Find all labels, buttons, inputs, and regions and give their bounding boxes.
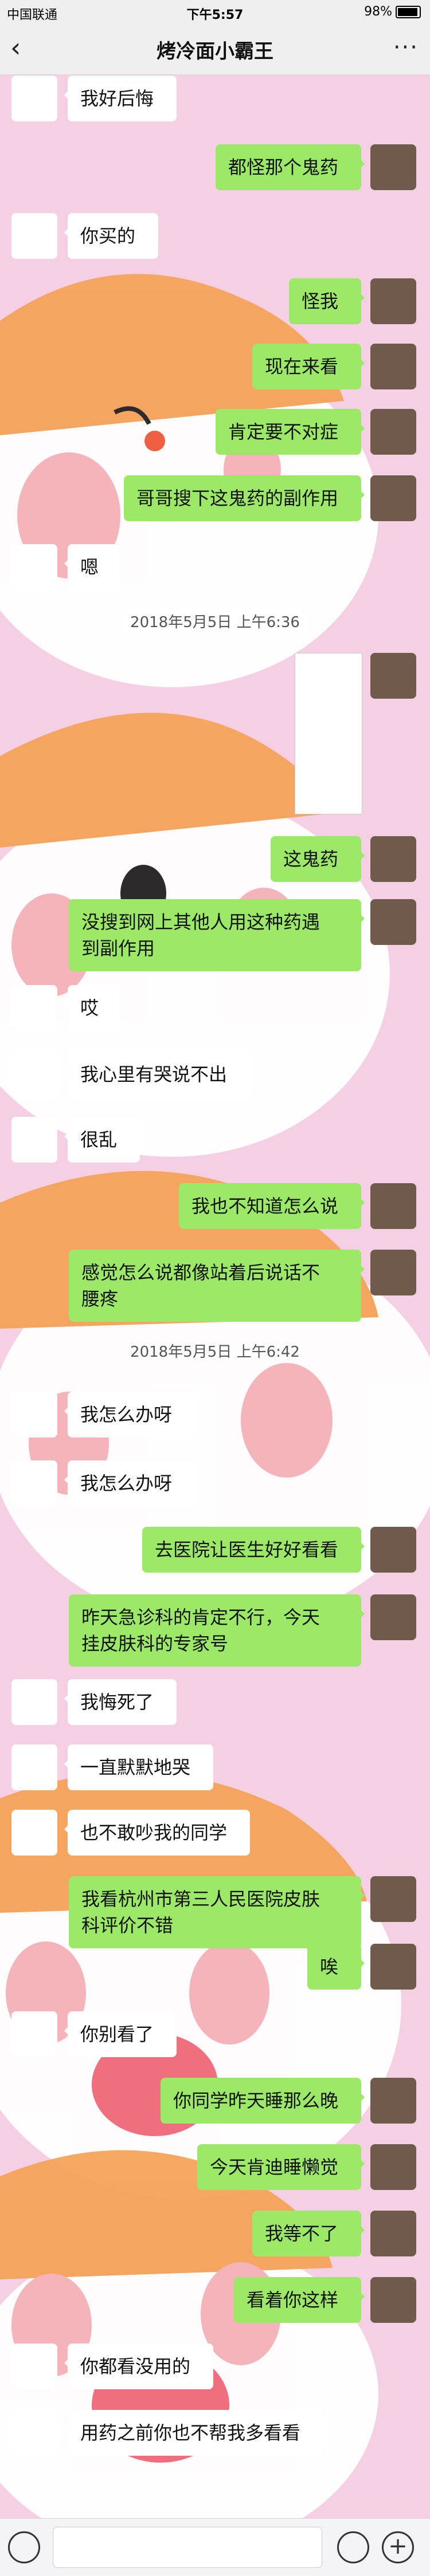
my-avatar[interactable] [370, 1594, 416, 1640]
more-dots-icon[interactable]: ··· [393, 34, 419, 61]
message-timestamp: 2018年5月5日 上午6:36 [0, 610, 430, 633]
contact-avatar[interactable] [11, 1117, 57, 1163]
contact-avatar[interactable] [11, 2011, 57, 2057]
sent-message-bubble[interactable]: 我也不知道怎么说 [179, 1183, 365, 1229]
sent-message-bubble[interactable]: 现在来看 [252, 344, 365, 389]
sent-message-bubble[interactable]: 昨天急诊科的肯定不行，今天 挂皮肤科的专家号 [69, 1594, 365, 1667]
contact-avatar[interactable] [11, 76, 57, 121]
plus-icon[interactable]: + [382, 2531, 414, 2563]
received-message-bubble[interactable]: 很乱 [64, 1117, 140, 1163]
sent-message-bubble[interactable]: 都怪那个鬼药 [216, 144, 365, 190]
image-message[interactable] [295, 653, 362, 814]
contact-avatar[interactable] [11, 1051, 57, 1097]
battery-icon [396, 6, 421, 18]
received-message-bubble[interactable]: 也不敢吵我的同学 [64, 1810, 250, 1856]
battery-percent: 98% [364, 5, 392, 19]
received-message-bubble[interactable]: 你别看了 [64, 2011, 177, 2057]
sent-message-bubble[interactable]: 今天肯迪睡懒觉 [197, 2144, 365, 2190]
battery-indicator: 98% [364, 5, 421, 19]
message-timestamp: 2018年5月5日 上午6:42 [0, 1340, 430, 1363]
my-avatar[interactable] [370, 1250, 416, 1295]
contact-avatar[interactable] [11, 2410, 57, 2456]
received-message-bubble[interactable]: 嗯 [64, 544, 122, 590]
sent-message-bubble[interactable]: 看着你这样 [234, 2277, 365, 2323]
my-avatar[interactable] [370, 1876, 416, 1922]
contact-avatar[interactable] [11, 985, 57, 1031]
my-avatar[interactable] [370, 1944, 416, 1990]
my-avatar[interactable] [370, 144, 416, 190]
my-avatar[interactable] [370, 1183, 416, 1229]
timestamp-text: 2018年5月5日 上午6:42 [124, 1341, 306, 1363]
my-avatar[interactable] [370, 2277, 416, 2323]
sent-message-bubble[interactable]: 感觉怎么说都像站着后说话不 腰疼 [69, 1250, 365, 1322]
my-avatar[interactable] [370, 2078, 416, 2124]
sent-message-bubble[interactable]: 没搜到网上其他人用这种药遇 到副作用 [69, 899, 365, 971]
received-message-bubble[interactable]: 你都看没用的 [64, 2343, 213, 2389]
contact-avatar[interactable] [11, 1744, 57, 1790]
emoji-icon[interactable] [337, 2531, 369, 2563]
my-avatar[interactable] [370, 1527, 416, 1573]
message-input[interactable] [53, 2527, 322, 2568]
voice-icon[interactable] [8, 2531, 40, 2563]
received-message-bubble[interactable]: 用药之前你也不帮我多看看 [64, 2410, 323, 2456]
contact-avatar[interactable] [11, 1679, 57, 1725]
sent-message-bubble[interactable]: 我看杭州市第三人民医院皮肤 科评价不错 [69, 1876, 365, 1948]
contact-avatar[interactable] [11, 1460, 57, 1506]
my-avatar[interactable] [370, 836, 416, 882]
contact-avatar[interactable] [11, 1392, 57, 1437]
contact-avatar[interactable] [11, 213, 57, 259]
timestamp-text: 2018年5月5日 上午6:36 [124, 612, 306, 633]
my-avatar[interactable] [370, 899, 416, 945]
sent-message-bubble[interactable]: 肯定要不对症 [216, 409, 365, 455]
contact-avatar[interactable] [11, 2343, 57, 2389]
received-message-bubble[interactable]: 我好后悔 [64, 76, 177, 121]
my-avatar[interactable] [370, 278, 416, 324]
my-avatar[interactable] [370, 409, 416, 455]
received-message-bubble[interactable]: 我心里有哭说不出 [64, 1051, 250, 1097]
received-message-bubble[interactable]: 你买的 [64, 213, 158, 259]
my-avatar[interactable] [370, 653, 416, 699]
my-avatar[interactable] [370, 2211, 416, 2256]
contact-avatar[interactable] [11, 1810, 57, 1856]
sent-message-bubble[interactable]: 我等不了 [252, 2211, 365, 2256]
received-message-bubble[interactable]: 一直默默地哭 [64, 1744, 213, 1790]
my-avatar[interactable] [370, 475, 416, 521]
chat-title: 烤冷面小霸王 [157, 40, 273, 63]
received-message-bubble[interactable]: 我怎么办呀 [64, 1460, 195, 1506]
my-avatar[interactable] [370, 344, 416, 389]
contact-avatar[interactable] [11, 544, 57, 590]
sent-message-bubble[interactable]: 唉 [307, 1944, 365, 1990]
input-bar: + [0, 2518, 430, 2576]
sent-message-bubble[interactable]: 你同学昨天睡那么晚 [161, 2078, 365, 2124]
sent-message-bubble[interactable]: 怪我 [289, 278, 365, 324]
received-message-bubble[interactable]: 哎 [64, 985, 122, 1031]
received-message-bubble[interactable]: 我怎么办呀 [64, 1392, 195, 1437]
my-avatar[interactable] [370, 2144, 416, 2190]
received-message-bubble[interactable]: 我悔死了 [64, 1679, 177, 1725]
status-bar: 中国联通 下午5:57 98% [0, 0, 430, 23]
sent-message-bubble[interactable]: 哥哥搜下这鬼药的副作用 [124, 475, 365, 521]
chat-header: ‹ 烤冷面小霸王 ··· [0, 23, 430, 75]
sent-message-bubble[interactable]: 这鬼药 [271, 836, 365, 882]
sent-message-bubble[interactable]: 去医院让医生好好看看 [142, 1527, 365, 1573]
